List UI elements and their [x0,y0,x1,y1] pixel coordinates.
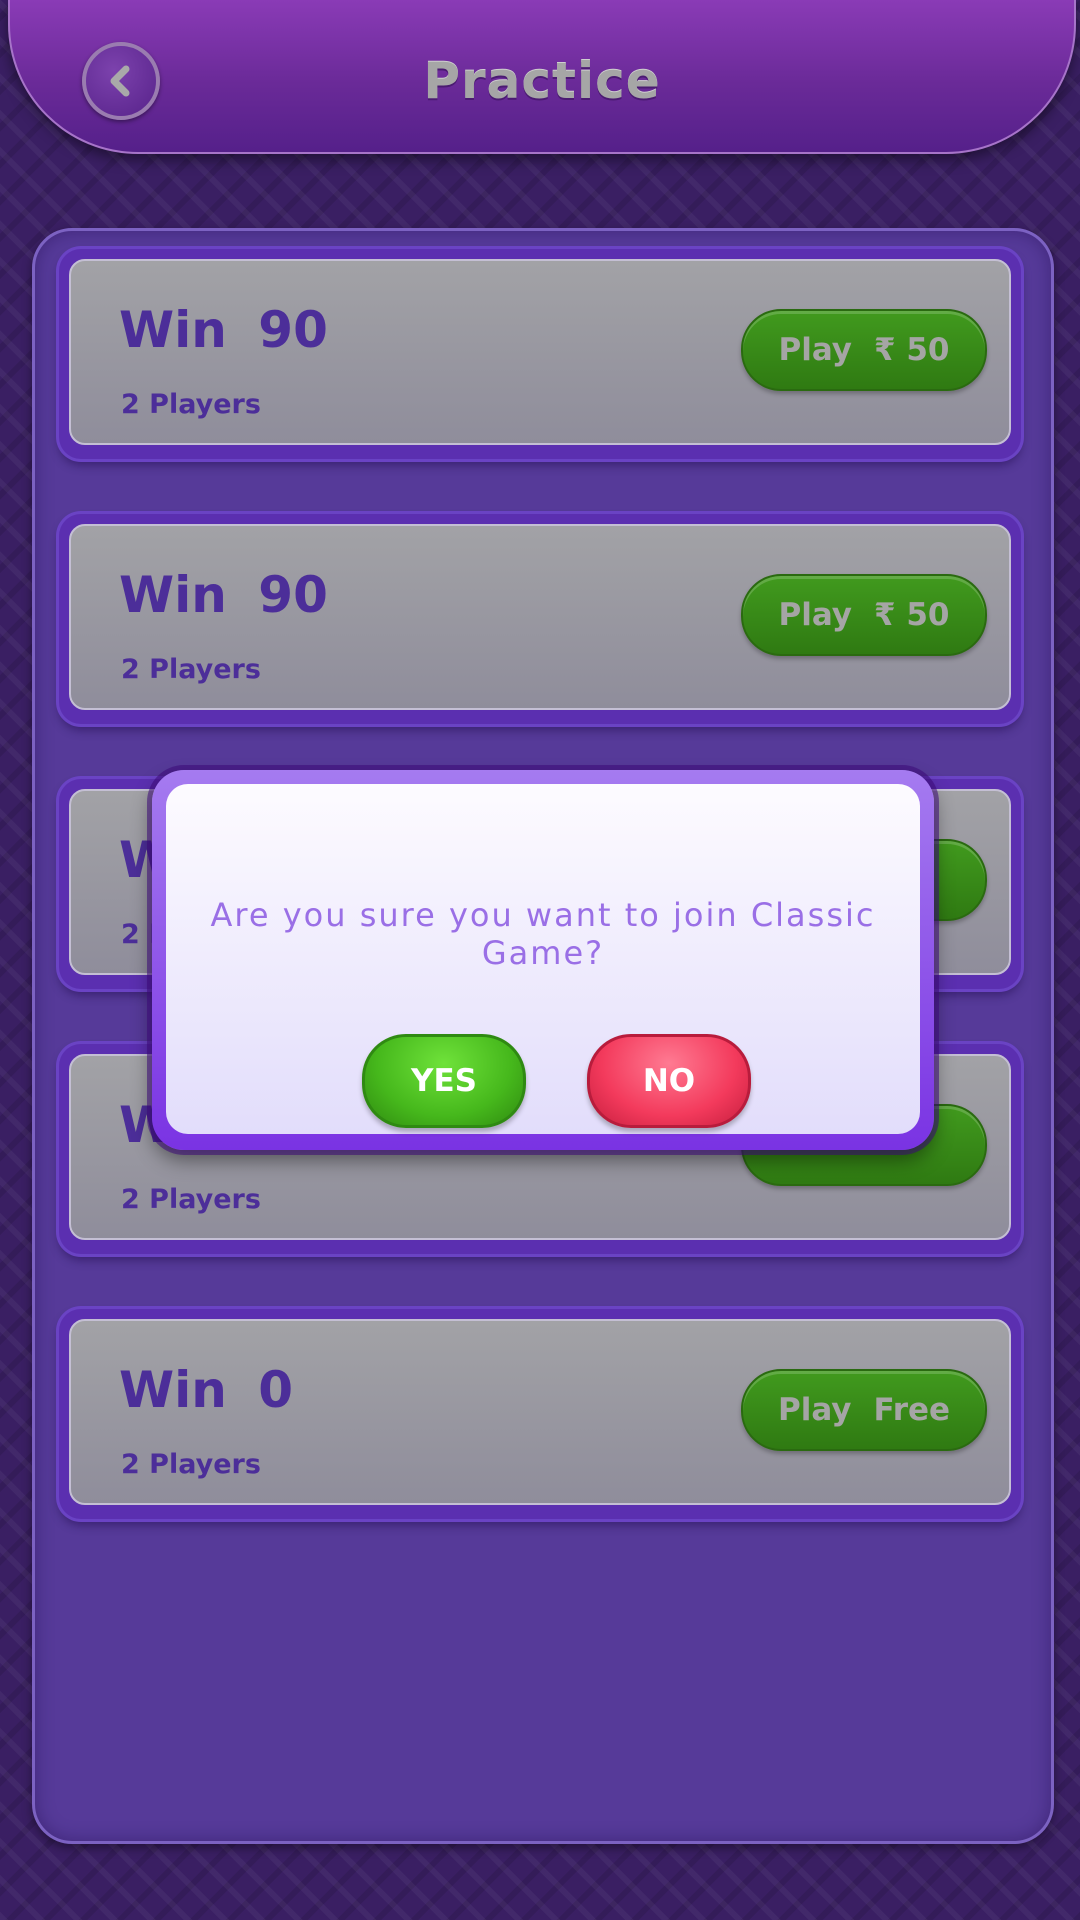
page-title: Practice [423,52,661,110]
play-label: Play [778,332,852,368]
player-count: 2 Players [121,654,261,685]
entry-fee: ₹ 50 [874,332,950,368]
play-button[interactable]: Play Free [741,1369,987,1451]
player-count: 2 Players [121,1184,261,1215]
win-amount: Win 90 [119,301,328,359]
play-button[interactable]: Play ₹ 50 [741,309,987,391]
game-card-body: Win 0 2 Players Play Free [69,1319,1011,1505]
confirm-dialog-body: Are you sure you want to join Classic Ga… [166,784,920,1134]
play-label: Play [777,1392,852,1428]
confirm-dialog: Are you sure you want to join Classic Ga… [152,770,934,1150]
no-button[interactable]: NO [587,1034,751,1128]
player-count: 2 Players [121,1449,261,1480]
player-count: 2 Players [121,389,261,420]
entry-fee: Free [873,1392,951,1428]
entry-fee: ₹ 50 [874,597,950,633]
game-card-body: Win 90 2 Players Play ₹ 50 [69,259,1011,445]
win-amount: Win 0 [119,1361,294,1419]
confirm-message: Are you sure you want to join Classic Ga… [210,896,876,972]
game-card-body: Win 90 2 Players Play ₹ 50 [69,524,1011,710]
yes-button[interactable]: YES [362,1034,526,1128]
header-bar: Practice [8,0,1076,154]
play-button[interactable]: Play ₹ 50 [741,574,987,656]
play-label: Play [778,597,852,633]
game-card: Win 90 2 Players Play ₹ 50 [59,514,1021,724]
game-card: Win 90 2 Players Play ₹ 50 [59,249,1021,459]
game-card: Win 0 2 Players Play Free [59,1309,1021,1519]
win-amount: Win 90 [119,566,328,624]
